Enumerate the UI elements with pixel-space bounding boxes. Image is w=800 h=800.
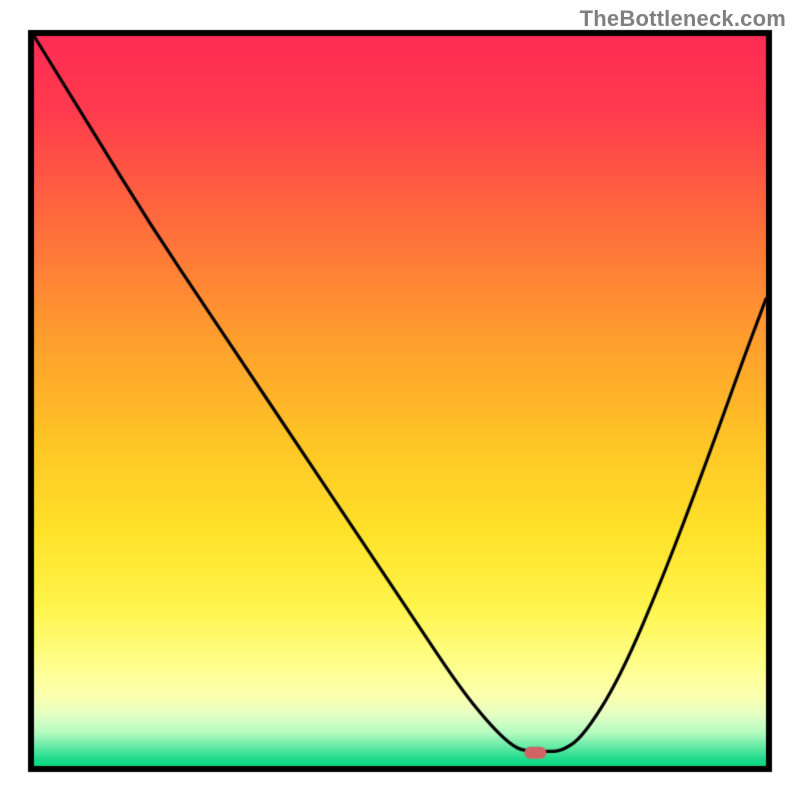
chart-wrapper: TheBottleneck.com (0, 0, 800, 800)
chart-plot-canvas (0, 0, 800, 800)
chart-canvas-stack (0, 0, 800, 800)
watermark-label: TheBottleneck.com (580, 6, 786, 32)
